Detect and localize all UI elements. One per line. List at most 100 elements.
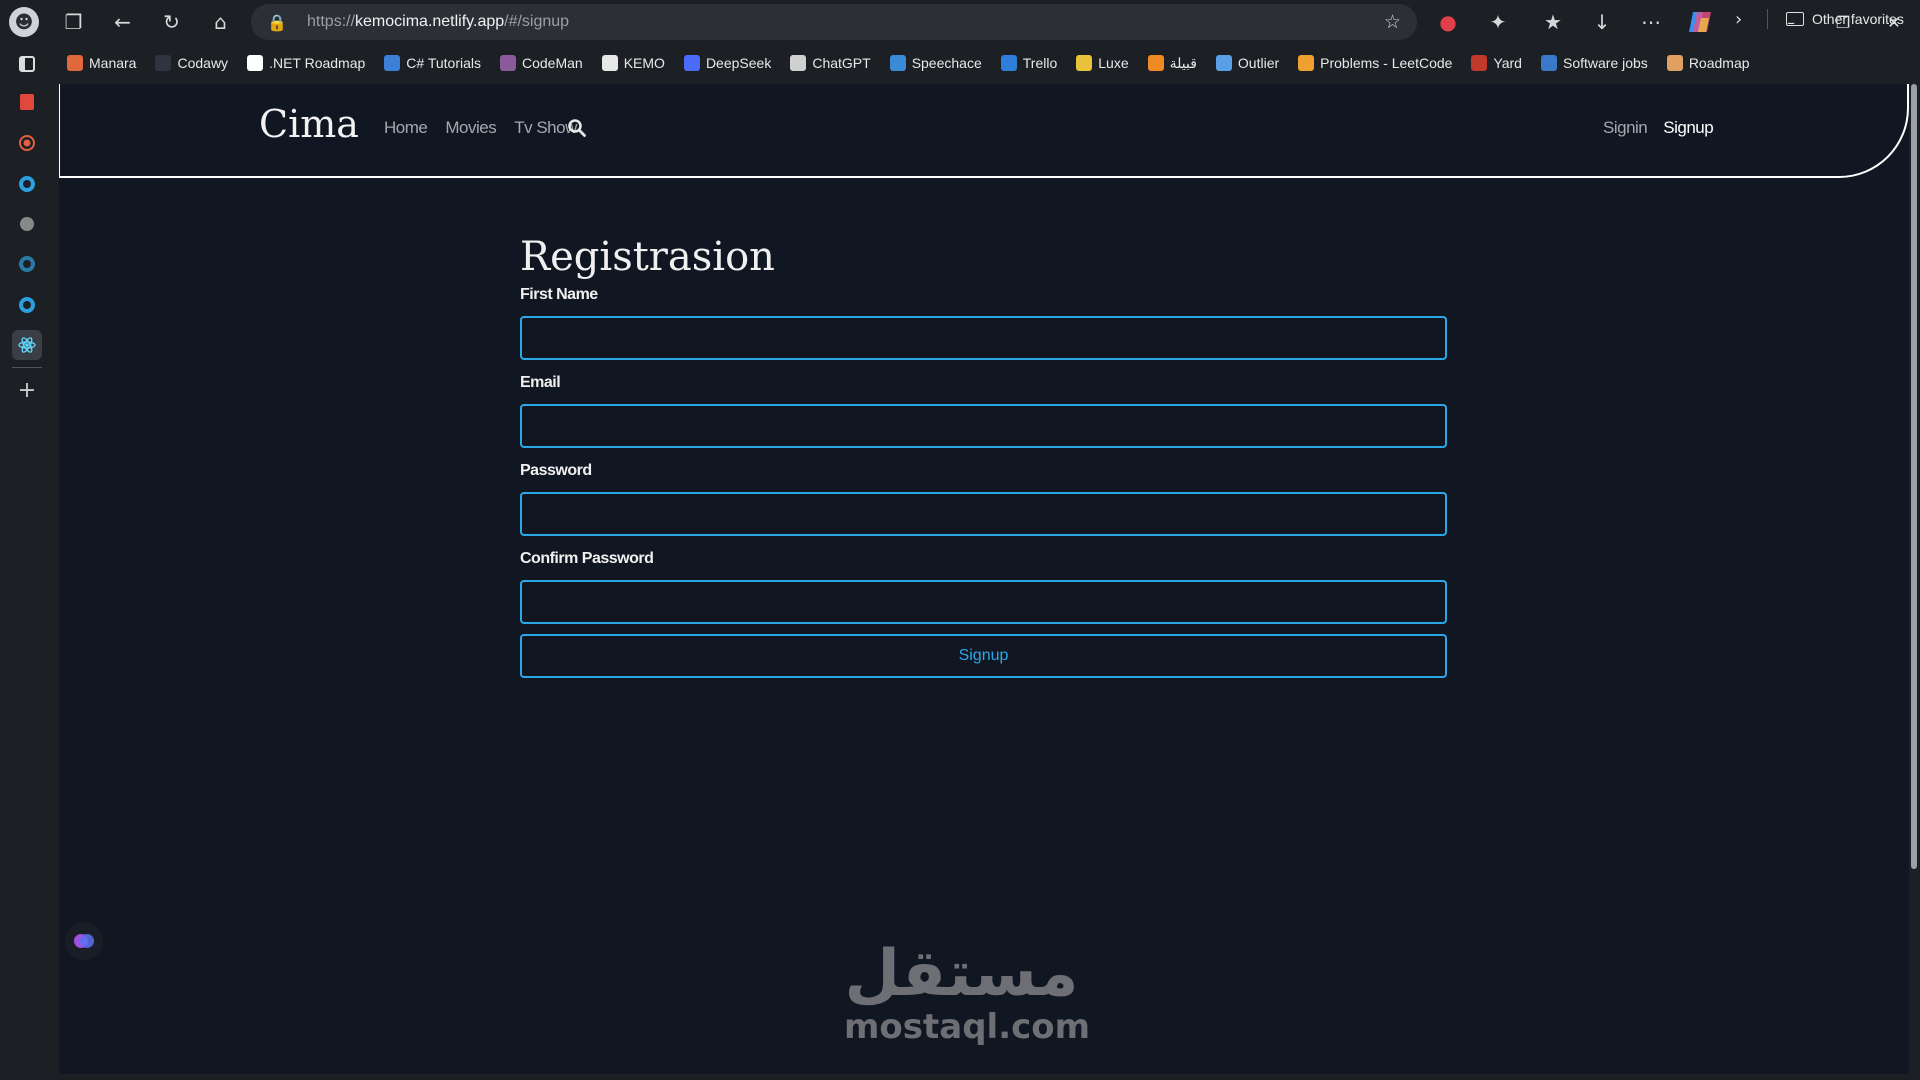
favorite-icon [155, 55, 172, 71]
favorite-icon [889, 55, 906, 71]
favorite-item[interactable]: Manara [67, 55, 136, 71]
favorite-item[interactable]: C# Tutorials [384, 55, 481, 71]
favorite-icon [1215, 55, 1232, 71]
favorite-item[interactable]: .NET Roadmap [247, 55, 365, 71]
favorite-star-icon[interactable]: ☆ [1384, 11, 1401, 33]
confirm-password-label: Confirm Password [520, 550, 654, 567]
favorite-icon [1298, 55, 1315, 71]
auth-links: Signin Signup [1603, 118, 1714, 138]
favorite-label: DeepSeek [705, 55, 772, 71]
favorite-label: ChatGPT [812, 55, 871, 71]
password-field[interactable] [520, 492, 1447, 536]
brain-extension-icon[interactable] [65, 922, 103, 960]
app-tab-icon-2[interactable] [12, 249, 42, 279]
favorite-item[interactable]: DeepSeek [683, 55, 772, 71]
favorites-divider [1767, 9, 1768, 29]
password-label: Password [520, 462, 592, 479]
favorite-label: Roadmap [1688, 55, 1750, 71]
favorite-item[interactable]: Roadmap [1666, 55, 1750, 71]
favorite-label: CodeMan [522, 55, 583, 71]
nav-home[interactable]: Home [384, 118, 428, 138]
watermark-arabic: مستقل [844, 937, 1079, 1011]
first-name-label: First Name [520, 286, 598, 303]
favorite-label: Speechace [911, 55, 982, 71]
favorite-label: Luxe [1098, 55, 1129, 71]
confirm-password-field[interactable] [520, 580, 1447, 624]
extensions-puzzle-icon[interactable]: ✦ [1475, 0, 1521, 44]
github-tab-icon[interactable] [12, 209, 42, 239]
folder-icon [1786, 12, 1804, 26]
signin-link[interactable]: Signin [1603, 118, 1648, 138]
nav-movies[interactable]: Movies [445, 118, 496, 138]
favorite-icon [1666, 55, 1683, 71]
watermark-latin: mostaql.com [844, 1007, 1091, 1047]
favorite-item[interactable]: Outlier [1215, 55, 1280, 71]
favorite-icon [1471, 55, 1488, 71]
favorites-icon[interactable]: ★ [1530, 0, 1576, 44]
react-tab-icon[interactable] [12, 330, 42, 360]
signup-link[interactable]: Signup [1663, 118, 1713, 138]
search-icon[interactable] [567, 118, 587, 138]
refresh-icon[interactable]: ↻ [147, 0, 196, 44]
site-nav: Home Movies Tv Show [384, 118, 577, 138]
record-tab-icon[interactable] [12, 128, 42, 158]
registration-form: Registrasion First Name Email Password C… [520, 234, 1450, 678]
url-text[interactable]: https://kemocima.netlify.app/#/signup [307, 13, 569, 31]
download-icon[interactable]: ↓ [1579, 0, 1625, 44]
email-label: Email [520, 374, 561, 391]
tab-actions-icon[interactable] [12, 49, 42, 79]
back-icon[interactable]: ← [98, 0, 147, 44]
other-favorites-folder[interactable]: Other favorites [1786, 0, 1904, 38]
app-tab-icon[interactable] [12, 169, 42, 199]
favorite-item[interactable]: قبيلة [1147, 54, 1197, 72]
favorite-item[interactable]: Trello [1000, 55, 1057, 71]
favorite-item[interactable]: KEMO [601, 55, 665, 71]
favorite-label: .NET Roadmap [269, 55, 366, 71]
favorite-icon [1540, 55, 1557, 71]
favorite-label: KEMO [623, 55, 665, 71]
favorite-label: Software jobs [1562, 55, 1648, 71]
favorite-icon [500, 55, 516, 71]
pdf-tab-icon[interactable] [12, 87, 42, 117]
extension-icon[interactable]: ● [1425, 0, 1471, 44]
add-tab-icon[interactable]: + [12, 375, 42, 405]
mostaql-watermark: مستقل mostaql.com [844, 937, 1091, 1047]
profile-avatar[interactable]: ☻ [9, 7, 39, 37]
favorite-label: Outlier [1237, 55, 1280, 71]
app-tab-icon-3[interactable] [12, 290, 42, 320]
favorite-icon [790, 55, 807, 71]
lock-icon[interactable]: 🔒 [267, 13, 291, 32]
favorite-icon [601, 55, 618, 71]
favorites-overflow-icon[interactable]: › [1735, 0, 1742, 38]
site-logo[interactable]: Cima [259, 102, 359, 146]
address-bar[interactable]: 🔒 https://kemocima.netlify.app/#/signup … [251, 4, 1417, 40]
favorite-item[interactable]: Problems - LeetCode [1298, 55, 1452, 71]
favorites-bar: Manara Codawy .NET Roadmap C# Tutorials Code… [59, 44, 1920, 82]
favorite-item[interactable]: Speechace [889, 55, 982, 71]
favorite-item[interactable]: ChatGPT [790, 55, 871, 71]
signup-button[interactable]: Signup [520, 634, 1447, 678]
home-icon[interactable]: ⌂ [196, 0, 245, 44]
favorite-item[interactable]: Luxe [1076, 55, 1129, 71]
favorite-item[interactable]: Software jobs [1540, 55, 1648, 71]
email-field[interactable] [520, 404, 1447, 448]
more-menu-icon[interactable]: ⋯ [1628, 0, 1674, 44]
sidebar-divider [12, 367, 42, 368]
workspaces-icon[interactable]: ❐ [49, 0, 98, 44]
favorite-icon [67, 55, 83, 71]
page-scrollbar[interactable] [1911, 84, 1917, 869]
favorite-icon [247, 55, 264, 71]
site-navbar: Cima Home Movies Tv Show Signin Signup [59, 84, 1909, 178]
first-name-field[interactable] [520, 316, 1447, 360]
web-page: Cima Home Movies Tv Show Signin Signup R… [59, 84, 1909, 1074]
favorite-label: قبيلة [1169, 54, 1197, 71]
favorite-icon [384, 55, 401, 71]
favorite-icon [1076, 55, 1093, 71]
favorite-item[interactable]: Yard [1471, 55, 1522, 71]
favorite-label: C# Tutorials [406, 55, 481, 71]
favorite-label: Codawy [177, 55, 229, 71]
favorite-icon [683, 55, 700, 71]
favorite-item[interactable]: CodeMan [500, 55, 583, 71]
copilot-icon[interactable] [1677, 0, 1723, 44]
favorite-item[interactable]: Codawy [155, 55, 228, 71]
